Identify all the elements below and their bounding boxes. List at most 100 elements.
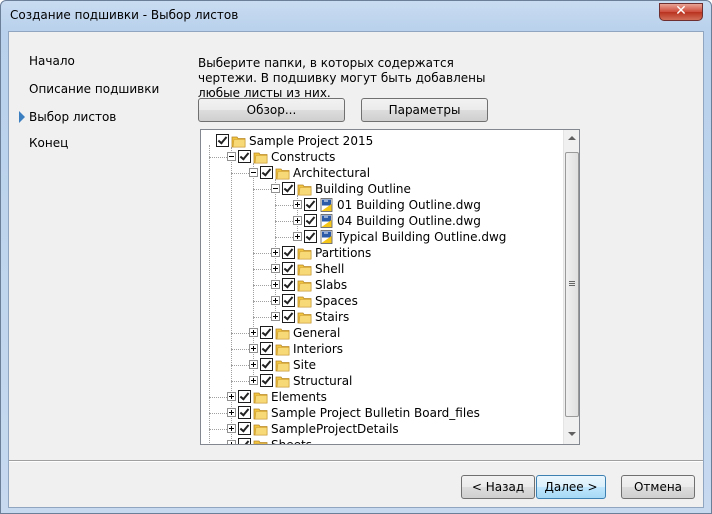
tree-item-label: Partitions (315, 246, 372, 260)
tree-file-item[interactable]: 04 Building Outline.dwg (201, 213, 561, 229)
expand-icon[interactable] (293, 200, 302, 209)
tree-folder-item[interactable]: Constructs (201, 149, 561, 165)
checkbox[interactable] (260, 326, 273, 339)
expand-icon[interactable] (271, 296, 280, 305)
folder-tree[interactable]: Sample Project 2015 Constructs Architectur… (200, 129, 580, 445)
tree-file-item[interactable]: 01 Building Outline.dwg (201, 197, 561, 213)
checkbox[interactable] (304, 230, 317, 243)
checkbox[interactable] (282, 278, 295, 291)
tree-item-label: 01 Building Outline.dwg (337, 198, 481, 212)
checkbox[interactable] (238, 406, 251, 419)
next-button[interactable]: Далее > (536, 475, 606, 499)
close-icon: ✕ (675, 3, 687, 19)
tree-folder-item[interactable]: Sample Project Bulletin Board_files (201, 405, 561, 421)
checkbox[interactable] (216, 134, 229, 147)
checkbox[interactable] (238, 150, 251, 163)
checkbox[interactable] (260, 342, 273, 355)
expand-icon[interactable] (227, 392, 236, 401)
checkbox[interactable] (238, 390, 251, 403)
checkbox[interactable] (282, 246, 295, 259)
expand-icon[interactable] (271, 280, 280, 289)
title-bar[interactable]: Создание подшивки - Выбор листов ✕ (1, 1, 711, 31)
tree-item-label: SampleProjectDetails (271, 422, 399, 436)
expand-icon[interactable] (293, 216, 302, 225)
scroll-up-icon[interactable] (568, 136, 576, 140)
current-step-arrow-icon (19, 111, 25, 123)
expand-icon[interactable] (293, 232, 302, 241)
checkbox[interactable] (260, 374, 273, 387)
tree-folder-item[interactable]: Slabs (201, 277, 561, 293)
expand-icon[interactable] (249, 344, 258, 353)
tree-folder-item[interactable]: Partitions (201, 245, 561, 261)
dwg-file-icon (319, 230, 334, 244)
checkbox[interactable] (282, 182, 295, 195)
checkbox[interactable] (304, 198, 317, 211)
dwg-file-icon (319, 214, 334, 228)
tree-folder-item[interactable]: Sample Project 2015 (201, 133, 561, 149)
expand-icon[interactable] (227, 440, 236, 444)
scroll-down-icon[interactable] (568, 432, 576, 436)
expand-icon[interactable] (227, 408, 236, 417)
collapse-icon[interactable] (271, 184, 280, 193)
nav-item-start: Начало (29, 54, 75, 68)
tree-folder-item[interactable]: Interiors (201, 341, 561, 357)
checkbox[interactable] (260, 166, 273, 179)
import-params-button[interactable]: Параметры импорта... (361, 98, 488, 139)
tree-item-label: General (293, 326, 341, 340)
expand-icon[interactable] (249, 328, 258, 337)
folder-icon (253, 150, 268, 164)
checkbox[interactable] (304, 214, 317, 227)
tree-folder-item[interactable]: Shell (201, 261, 561, 277)
tree-folder-item[interactable]: Stairs (201, 309, 561, 325)
tree-folder-item[interactable]: Architectural (201, 165, 561, 181)
nav-item-finish: Конец (29, 136, 69, 150)
expand-icon[interactable] (271, 312, 280, 321)
tree-folder-item[interactable]: General (201, 325, 561, 341)
expand-icon[interactable] (249, 360, 258, 369)
tree-folder-item[interactable]: Elements (201, 389, 561, 405)
folder-icon (297, 310, 312, 324)
tree-folder-item[interactable]: Sheets (201, 437, 561, 444)
dialog-body: Начало Описание подшивки Выбор листов Ко… (8, 31, 704, 508)
checkbox[interactable] (282, 294, 295, 307)
tree-item-label: Shell (315, 262, 345, 276)
collapse-icon[interactable] (249, 168, 258, 177)
tree-folder-item[interactable]: Site (201, 357, 561, 373)
browse-button[interactable]: Обзор... (198, 98, 345, 122)
folder-icon (275, 326, 290, 340)
cancel-button[interactable]: Отмена (621, 475, 695, 499)
tree-item-label: Stairs (315, 310, 350, 324)
expand-icon[interactable] (227, 424, 236, 433)
nav-item-description: Описание подшивки (29, 82, 160, 96)
tree-folder-item[interactable]: Building Outline (201, 181, 561, 197)
checkbox[interactable] (282, 310, 295, 323)
checkbox[interactable] (238, 438, 251, 444)
checkbox[interactable] (260, 358, 273, 371)
back-button[interactable]: < Назад (461, 475, 535, 499)
tree-folder-item[interactable]: SampleProjectDetails (201, 421, 561, 437)
close-button[interactable]: ✕ (659, 3, 703, 21)
checkbox[interactable] (238, 422, 251, 435)
tree-folder-item[interactable]: Structural (201, 373, 561, 389)
folder-icon (275, 374, 290, 388)
tree-file-item[interactable]: Typical Building Outline.dwg (201, 229, 561, 245)
tree-item-label: Slabs (315, 278, 348, 292)
scroll-thumb[interactable] (565, 152, 579, 417)
folder-icon (297, 182, 312, 196)
collapse-icon[interactable] (227, 152, 236, 161)
tree-item-label: Spaces (315, 294, 358, 308)
expand-icon[interactable] (271, 248, 280, 257)
footer-separator (9, 460, 703, 462)
folder-icon (275, 358, 290, 372)
tree-folder-item[interactable]: Spaces (201, 293, 561, 309)
expand-icon[interactable] (271, 264, 280, 273)
tree-item-label: Architectural (293, 166, 371, 180)
expand-icon[interactable] (249, 376, 258, 385)
tree-scrollbar[interactable] (563, 130, 579, 444)
folder-icon (253, 438, 268, 444)
tree-item-label: Elements (271, 390, 327, 404)
folder-icon (297, 246, 312, 260)
tree-item-label: Building Outline (315, 182, 411, 196)
checkbox[interactable] (282, 262, 295, 275)
window-title: Создание подшивки - Выбор листов (10, 8, 239, 22)
